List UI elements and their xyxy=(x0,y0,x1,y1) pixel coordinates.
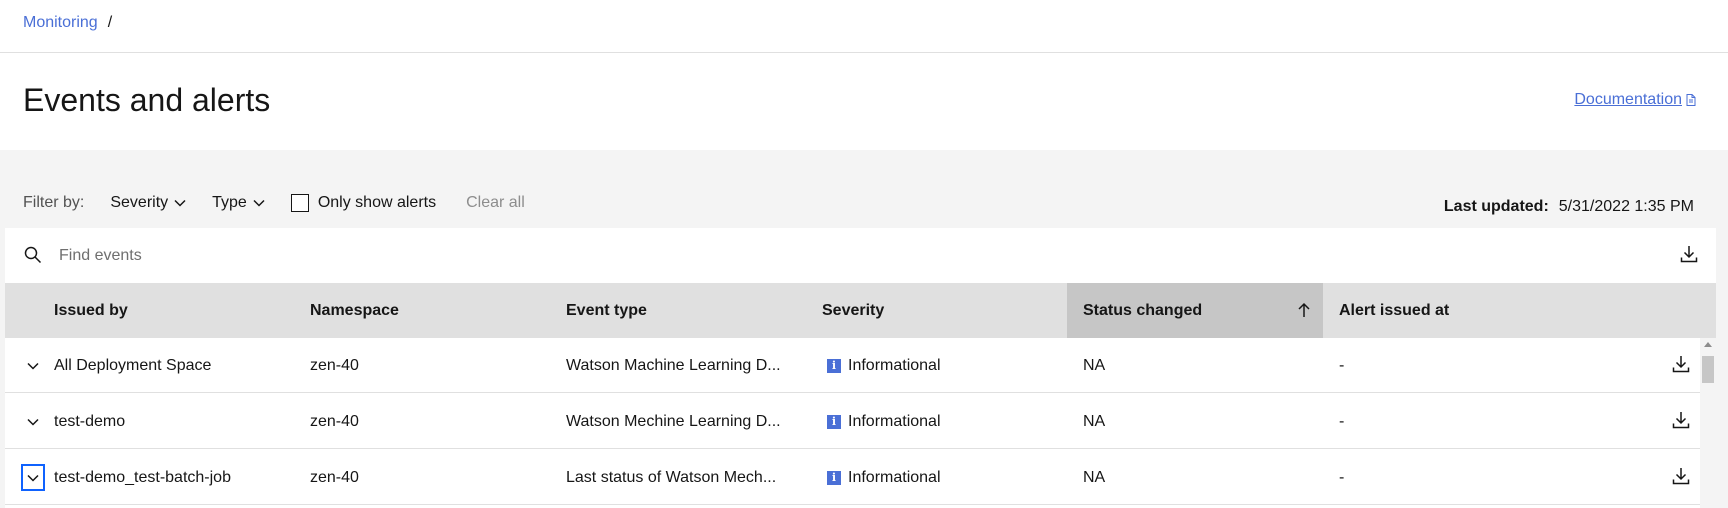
only-show-alerts-checkbox[interactable]: Only show alerts xyxy=(290,194,437,212)
document-icon xyxy=(1686,94,1696,106)
column-header-severity[interactable]: Severity xyxy=(806,283,1062,338)
download-icon[interactable] xyxy=(1672,411,1690,429)
cell-alert-issued-at: - xyxy=(1339,413,1345,430)
search-input[interactable] xyxy=(59,242,1559,270)
column-header-namespace[interactable]: Namespace xyxy=(294,283,550,338)
chevron-down-icon xyxy=(174,199,186,207)
severity-text: Informational xyxy=(848,413,941,430)
search-icon xyxy=(24,246,42,264)
documentation-label: Documentation xyxy=(1574,91,1682,108)
cell-issued-by: test-demo_test-batch-job xyxy=(54,469,231,486)
severity-text: Informational xyxy=(848,469,941,486)
last-updated: Last updated: 5/31/2022 1:35 PM xyxy=(1444,198,1694,216)
cell-namespace: zen-40 xyxy=(310,357,359,374)
page-title: Events and alerts xyxy=(23,82,271,118)
checkbox-box[interactable] xyxy=(290,194,309,212)
info-icon: i xyxy=(827,358,841,373)
cell-severity: i Informational xyxy=(811,338,941,393)
filter-by-label: Filter by: xyxy=(23,194,85,211)
table-header: Issued by Namespace Event type Severity … xyxy=(5,283,1716,338)
download-icon[interactable] xyxy=(1680,245,1698,263)
type-filter-label: Type xyxy=(212,194,247,211)
cell-issued-by: All Deployment Space xyxy=(54,357,212,374)
clear-all-button[interactable]: Clear all xyxy=(466,194,525,212)
cell-severity: i Informational xyxy=(811,394,941,449)
cell-status-changed: NA xyxy=(1083,469,1106,486)
severity-filter-dropdown[interactable]: Severity xyxy=(110,194,186,212)
cell-namespace: zen-40 xyxy=(310,413,359,430)
info-icon: i xyxy=(827,414,841,429)
cell-namespace: zen-40 xyxy=(310,469,359,486)
cell-event-type: Last status of Watson Mech... xyxy=(566,469,777,486)
last-updated-value: 5/31/2022 1:35 PM xyxy=(1558,198,1694,215)
breadcrumb: Monitoring / xyxy=(23,14,112,32)
cell-event-type: Watson Mechine Learning D... xyxy=(566,413,781,430)
cell-issued-by: test-demo xyxy=(54,413,126,430)
cell-event-type: Watson Machine Learning D... xyxy=(566,357,781,374)
only-show-alerts-label: Only show alerts xyxy=(317,194,437,211)
last-updated-label: Last updated: xyxy=(1443,198,1549,215)
cell-severity: i Informational xyxy=(811,450,941,505)
events-table: Issued by Namespace Event type Severity … xyxy=(5,228,1716,508)
table-row[interactable]: test-demo zen-40 Watson Mechine Learning… xyxy=(5,394,1700,449)
column-header-alert-issued-at[interactable]: Alert issued at xyxy=(1323,283,1623,338)
table-row[interactable]: test-demo_test-batch-job zen-40 Last sta… xyxy=(5,450,1700,505)
severity-filter-label: Severity xyxy=(110,194,169,211)
breadcrumb-monitoring-link[interactable]: Monitoring xyxy=(23,14,98,32)
table-row[interactable]: All Deployment Space zen-40 Watson Machi… xyxy=(5,338,1700,393)
cell-status-changed: NA xyxy=(1083,413,1106,430)
scroll-thumb[interactable] xyxy=(1702,356,1714,383)
breadcrumb-separator: / xyxy=(107,14,113,31)
table-toolbar xyxy=(5,228,1716,283)
cell-alert-issued-at: - xyxy=(1339,469,1345,486)
header-divider xyxy=(0,52,1728,53)
table-scrollbar[interactable] xyxy=(1700,338,1716,508)
column-header-event-type[interactable]: Event type xyxy=(550,283,806,338)
cell-alert-issued-at: - xyxy=(1339,357,1345,374)
arrow-up-icon[interactable] xyxy=(1297,302,1311,318)
documentation-link[interactable]: Documentation xyxy=(1574,91,1696,109)
info-icon: i xyxy=(827,470,841,485)
status-changed-label: Status changed xyxy=(1083,302,1203,319)
chevron-down-icon xyxy=(253,199,265,207)
download-icon[interactable] xyxy=(1672,355,1690,373)
download-icon[interactable] xyxy=(1672,467,1690,485)
column-header-status-changed[interactable]: Status changed xyxy=(1067,283,1323,338)
filter-bar: Filter by: Severity Type Only show alert… xyxy=(23,192,525,214)
scroll-up-arrow-icon[interactable] xyxy=(1704,342,1712,347)
column-header-issued-by[interactable]: Issued by xyxy=(38,283,294,338)
type-filter-dropdown[interactable]: Type xyxy=(212,194,265,212)
severity-text: Informational xyxy=(848,357,941,374)
cell-status-changed: NA xyxy=(1083,357,1106,374)
